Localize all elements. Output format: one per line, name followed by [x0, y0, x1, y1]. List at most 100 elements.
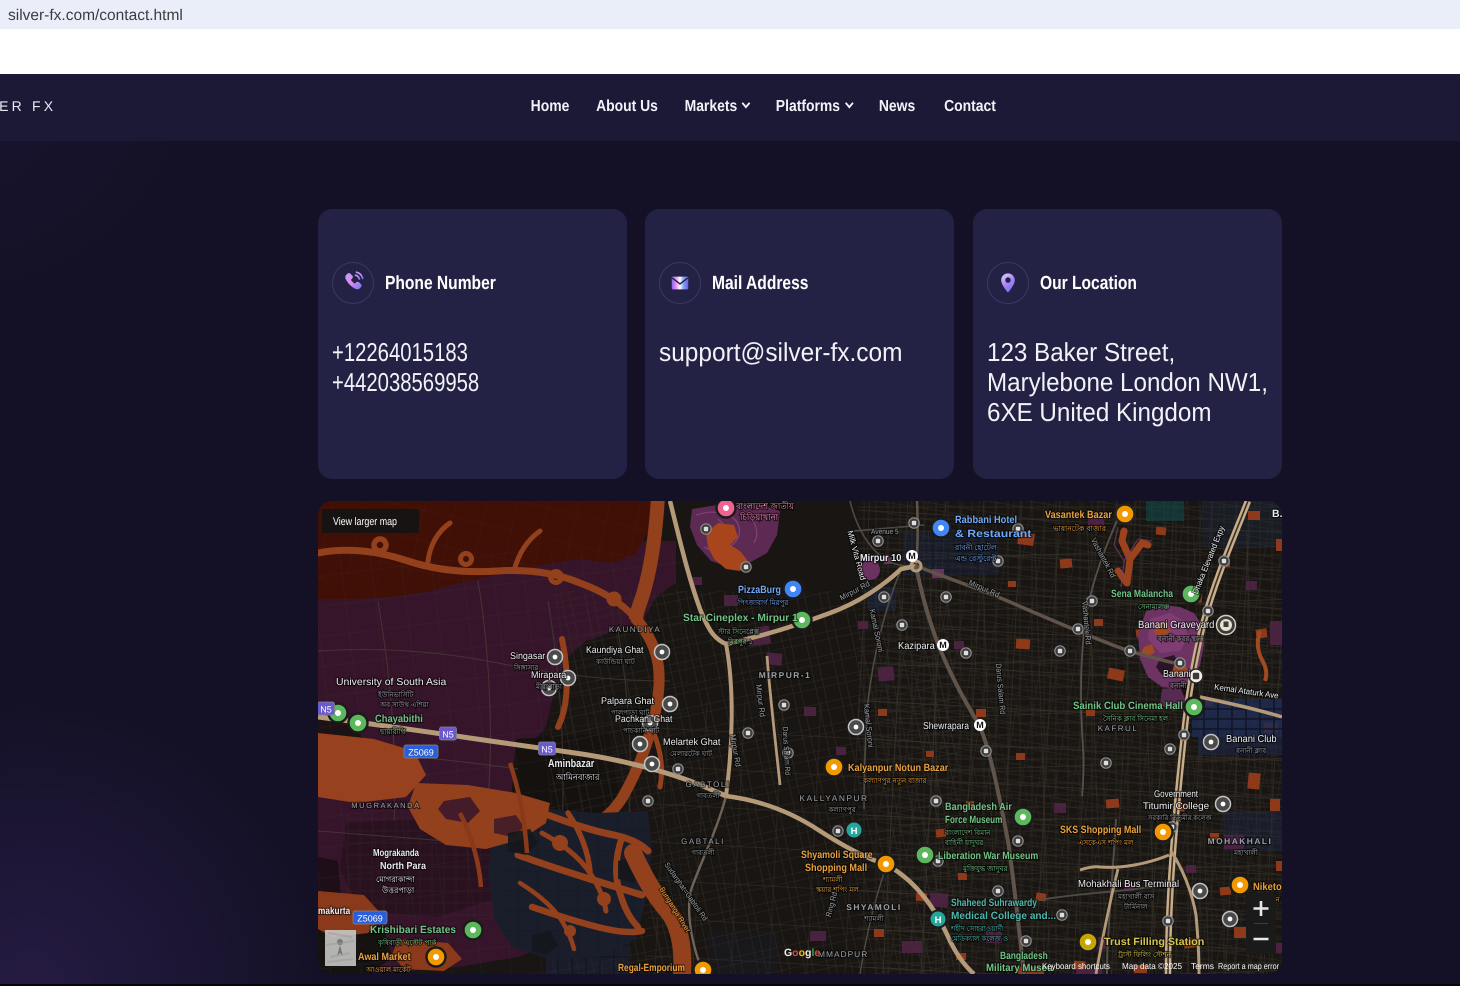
- svg-text:Avenue 5: Avenue 5: [871, 527, 899, 536]
- svg-text:makurta: makurta: [318, 906, 351, 917]
- svg-text:এসকেএস শপিং মল: এসকেএস শপিং মল: [1078, 838, 1134, 847]
- svg-text:কল্যাণপুর: কল্যাণপুর: [827, 806, 855, 815]
- svg-text:Palpara Ghat: Palpara Ghat: [601, 696, 654, 707]
- svg-text:Regal-Emporium: Regal-Emporium: [618, 962, 685, 974]
- svg-text:Z5069: Z5069: [408, 748, 434, 758]
- svg-text:ইউনিভার্সিটি: ইউনিভার্সিটি: [377, 690, 414, 699]
- svg-text:মেডিক্যাল কলেজ ও: মেডিক্যাল কলেজ ও: [951, 934, 1008, 943]
- svg-text:মোগরাকান্দা: মোগরাকান্দা: [376, 875, 415, 884]
- svg-text:GABTALI: GABTALI: [681, 837, 725, 846]
- svg-text:আওয়াল মার্কেট: আওয়াল মার্কেট: [365, 965, 411, 974]
- svg-text:Chayabithi: Chayabithi: [375, 713, 423, 725]
- svg-text:Titumir College: Titumir College: [1143, 801, 1209, 812]
- svg-text:বনানী ক্লাব: বনানী ক্লাব: [1235, 746, 1267, 755]
- svg-text:M: M: [939, 640, 947, 650]
- svg-text:N5: N5: [442, 730, 454, 740]
- svg-text:Medical College and...: Medical College and...: [951, 910, 1056, 922]
- svg-text:Banani: Banani: [1163, 669, 1191, 680]
- svg-text:কৃষিবাড়ী এস্টেট পার্ক: কৃষিবাড়ী এস্টেট পার্ক: [377, 938, 437, 948]
- svg-text:এন্ড রেস্টুরেন্ট: এন্ড রেস্টুরেন্ট: [955, 553, 997, 564]
- svg-text:MOHAKHALI: MOHAKHALI: [1208, 836, 1273, 846]
- svg-text:বাংলাদেশ জাতীয়: বাংলাদেশ জাতীয়: [735, 501, 795, 511]
- svg-text:M: M: [976, 720, 984, 730]
- svg-text:বাহিনী যাদুঘর: বাহিনী যাদুঘর: [944, 838, 983, 848]
- svg-text:N5: N5: [541, 745, 553, 755]
- svg-text:কল্যাণপুর নতুন বাজার: কল্যাণপুর নতুন বাজার: [862, 777, 927, 786]
- svg-text:Mohakhali Bus Terminal: Mohakhali Bus Terminal: [1078, 879, 1179, 890]
- svg-text:মিরপুর ১: মিরপুর ১: [727, 637, 753, 647]
- svg-text:Rabbani Hotel: Rabbani Hotel: [955, 514, 1017, 526]
- svg-text:Bangladesh: Bangladesh: [1000, 950, 1048, 962]
- svg-text:Report a map error: Report a map error: [1218, 961, 1279, 971]
- svg-text:চিড়িয়াখানা: চিড়িয়াখানা: [739, 512, 779, 522]
- svg-text:Shyamoli Square: Shyamoli Square: [801, 849, 873, 861]
- svg-text:H: H: [935, 915, 942, 926]
- svg-text:Mirapara: Mirapara: [531, 670, 567, 681]
- svg-text:Vasantek Bazar: Vasantek Bazar: [1045, 509, 1112, 521]
- svg-text:GABTOLI: GABTOLI: [685, 780, 730, 789]
- svg-text:বাংলাদেশ বিমান: বাংলাদেশ বিমান: [944, 828, 991, 837]
- svg-text:Krishibari Estates: Krishibari Estates: [370, 924, 456, 936]
- svg-text:Sena Malancha: Sena Malancha: [1111, 588, 1173, 600]
- svg-text:MMADPUR: MMADPUR: [818, 949, 868, 959]
- svg-text:Niketo: Niketo: [1253, 881, 1282, 893]
- svg-text:B.: B.: [1272, 508, 1282, 520]
- svg-text:SKS Shopping Mall: SKS Shopping Mall: [1060, 824, 1141, 836]
- svg-text:সরকারি তিতুমীর কলেজ: সরকারি তিতুমীর কলেজ: [1147, 813, 1213, 823]
- svg-text:University of South Asia: University of South Asia: [336, 677, 447, 688]
- svg-text:অব সাউথ এশিয়া: অব সাউথ এশিয়া: [379, 700, 430, 709]
- svg-text:Mirpur 10: Mirpur 10: [860, 553, 902, 564]
- svg-text:View larger map: View larger map: [333, 516, 397, 528]
- svg-text:Keyboard shortcuts: Keyboard shortcuts: [1042, 961, 1110, 971]
- svg-text:সৈনিক ক্লাব সিনেমা হল: সৈনিক ক্লাব সিনেমা হল: [1103, 714, 1169, 723]
- svg-text:মীরাপাড়া: মীরাপাড়া: [535, 682, 563, 691]
- svg-text:Kaundiya Ghat: Kaundiya Ghat: [586, 645, 644, 656]
- svg-text:Star Cineplex - Mirpur 1: Star Cineplex - Mirpur 1: [683, 612, 798, 624]
- svg-text:শ্যামলী: শ্যামলী: [822, 875, 844, 884]
- svg-text:মহাখালী বাস: মহাখালী বাস: [1117, 892, 1155, 901]
- svg-text:MIRPUR-1: MIRPUR-1: [759, 670, 811, 680]
- svg-text:Kazipara: Kazipara: [898, 641, 935, 652]
- svg-text:ভাষানটেক বাজার: ভাষানটেক বাজার: [1052, 523, 1107, 533]
- svg-text:স্টার সিনেপ্লেক্স: স্টার সিনেপ্লেক্স: [717, 627, 760, 636]
- svg-text:H: H: [851, 826, 858, 837]
- svg-text:মহাখালী: মহাখালী: [1233, 848, 1259, 857]
- svg-text:Kalyanpur Notun Bazar: Kalyanpur Notun Bazar: [848, 762, 948, 774]
- svg-text:Map data ©2025: Map data ©2025: [1122, 961, 1182, 971]
- svg-text:রাবনী হোটেল: রাবনী হোটেল: [954, 542, 997, 552]
- svg-text:ছায়াবীথি: ছায়াবীথি: [379, 727, 406, 736]
- svg-text:N5: N5: [320, 705, 332, 715]
- svg-text:Singasar: Singasar: [510, 651, 546, 662]
- svg-text:উত্তরপাড়া: উত্তরপাড়া: [381, 885, 415, 895]
- svg-text:Shopping Mall: Shopping Mall: [805, 862, 867, 874]
- svg-text:গাবতলী: গাবতলী: [696, 791, 720, 800]
- svg-text:& Restaurant: & Restaurant: [955, 528, 1032, 540]
- svg-text:MUGRAKANDA: MUGRAKANDA: [351, 801, 420, 810]
- svg-text:ট্রাস্ট ফিলিং স্টেশন: ট্রাস্ট ফিলিং স্টেশন: [1117, 950, 1172, 959]
- svg-text:গাবতলী: গাবতলী: [691, 848, 715, 857]
- svg-text:আমিনবাজার: আমিনবাজার: [555, 772, 600, 782]
- svg-text:Pachkani Ghat: Pachkani Ghat: [615, 714, 673, 725]
- svg-text:শ্যামলী: শ্যামলী: [863, 914, 885, 923]
- svg-text:KALLYANPUR: KALLYANPUR: [799, 793, 868, 803]
- svg-text:মুক্তিযুদ্ধ জাদুঘর: মুক্তিযুদ্ধ জাদুঘর: [962, 864, 1008, 874]
- svg-text:Banani Club: Banani Club: [1226, 734, 1277, 745]
- svg-text:মেলারটেক ঘাট: মেলারটেক ঘাট: [670, 749, 712, 758]
- svg-text:টার্মিনাল: টার্মিনাল: [1123, 902, 1148, 911]
- svg-text:Sainik Club Cinema Hall: Sainik Club Cinema Hall: [1073, 700, 1183, 712]
- svg-text:পিৎজাবার্গ মিরপুর: পিৎজাবার্গ মিরপুর: [737, 598, 788, 608]
- svg-text:KAFRUL: KAFRUL: [1098, 724, 1139, 733]
- svg-text:Terms: Terms: [1191, 961, 1214, 971]
- svg-text:শহীদ সোহরাওয়ার্দী: শহীদ সোহরাওয়ার্দী: [950, 924, 1004, 933]
- svg-text:North Para: North Para: [380, 861, 426, 872]
- svg-text:Shewrapara: Shewrapara: [923, 721, 969, 732]
- svg-text:Z5069: Z5069: [357, 914, 383, 924]
- svg-text:KAUNDIYA: KAUNDIYA: [609, 625, 661, 634]
- svg-text:Force Museum: Force Museum: [945, 814, 1002, 826]
- svg-text:পাচকানি ঘাট: পাচকানি ঘাট: [623, 726, 659, 735]
- svg-text:SHYAMOLI: SHYAMOLI: [846, 902, 901, 912]
- svg-text:Shaheed Suhrawardy: Shaheed Suhrawardy: [951, 897, 1037, 909]
- svg-text:Government: Government: [1154, 789, 1198, 800]
- svg-text:বনানী কবর স্থান: বনানী কবর স্থান: [1157, 634, 1203, 643]
- svg-text:বনানী: বনানী: [1169, 681, 1187, 690]
